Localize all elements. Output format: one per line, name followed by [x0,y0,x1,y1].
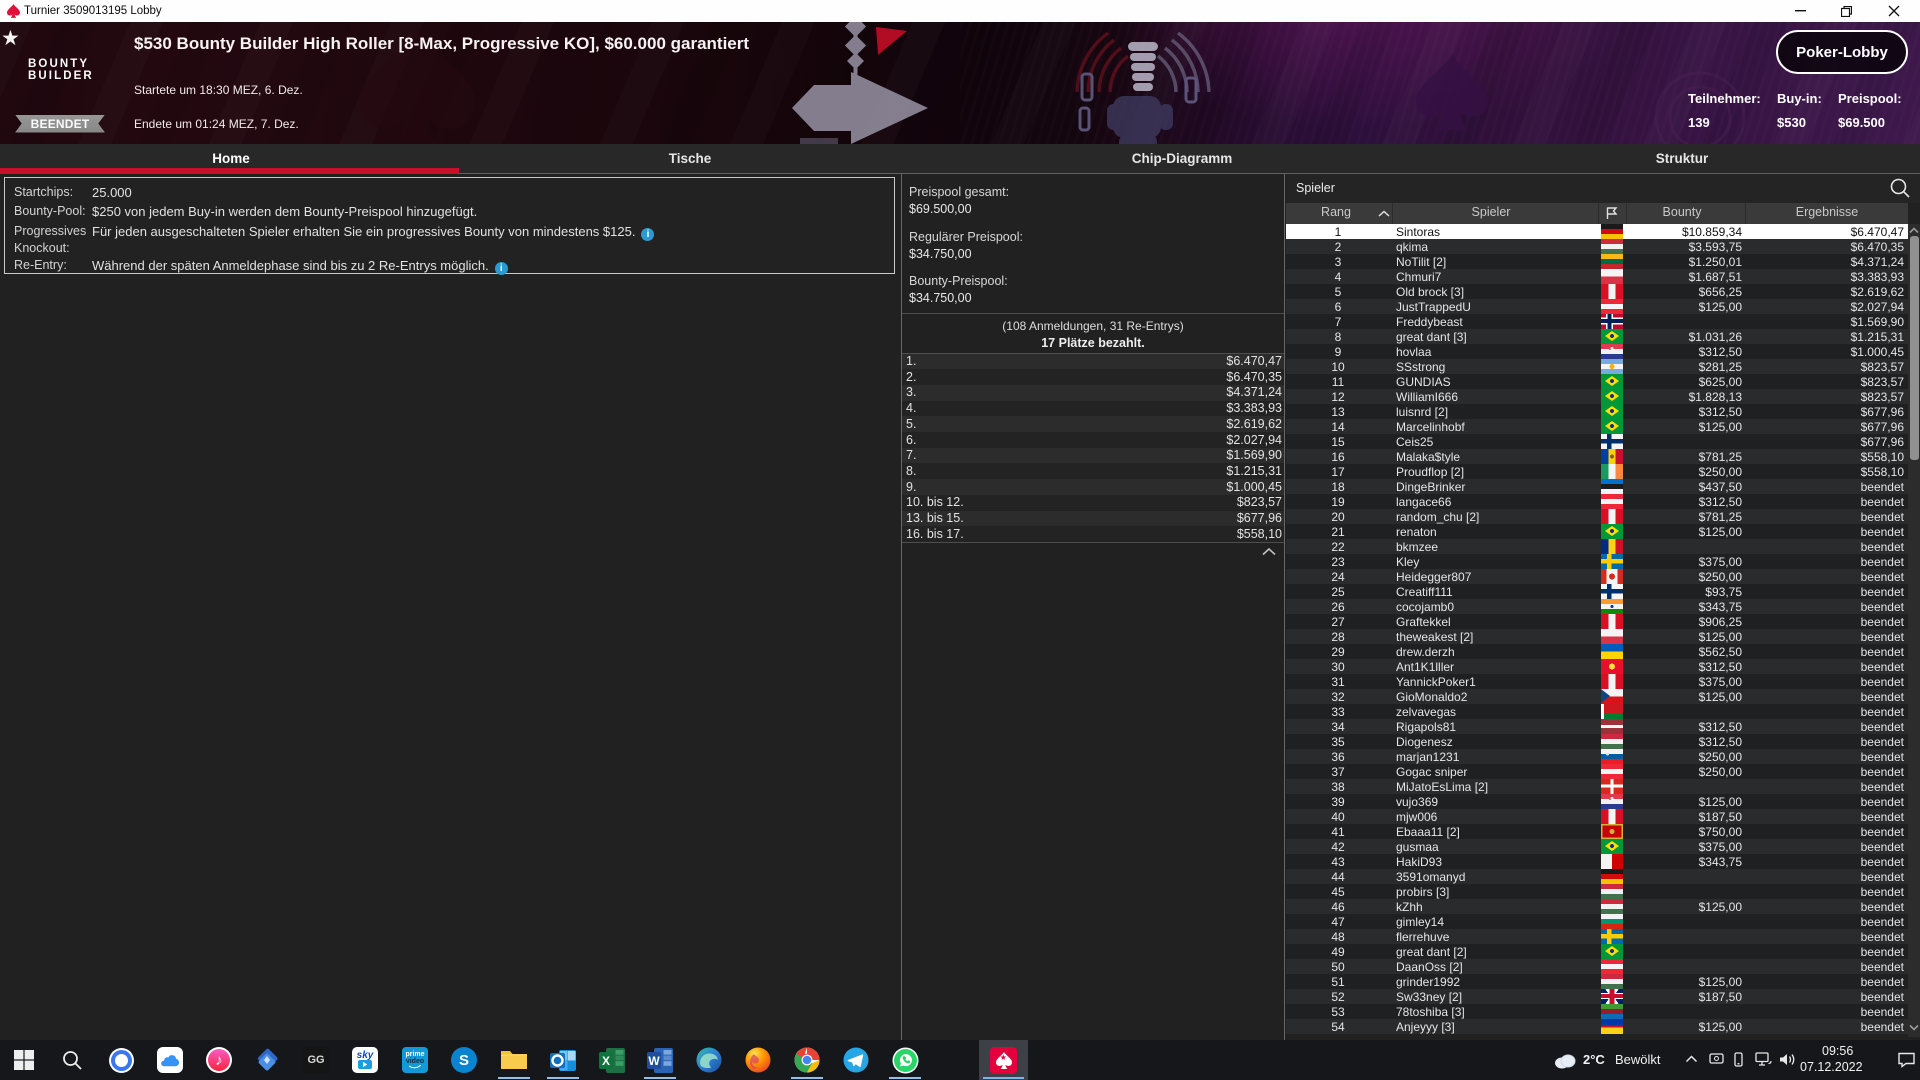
svg-text:X: X [602,1054,610,1068]
svg-text:W: W [648,1054,660,1068]
